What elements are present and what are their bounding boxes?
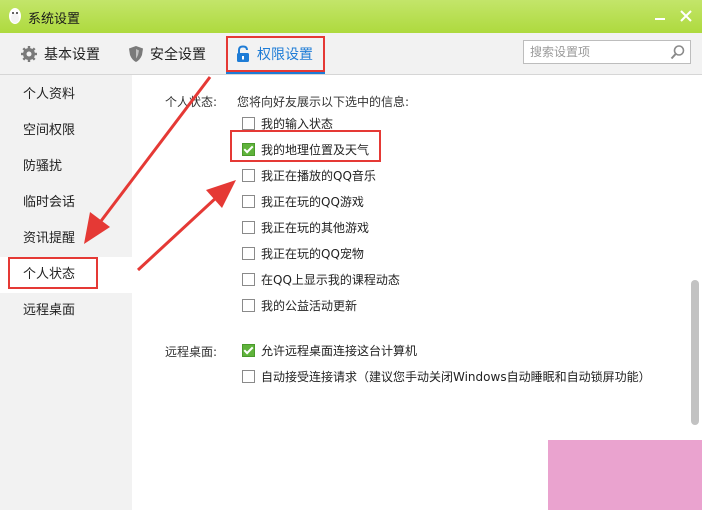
- checkbox[interactable]: [242, 246, 255, 260]
- highlight-box-permission-tab: [226, 36, 325, 72]
- scrollbar-thumb[interactable]: [691, 280, 699, 425]
- highlight-box-location-option: [230, 130, 381, 162]
- option-qq-music[interactable]: 我正在播放的QQ音乐: [242, 167, 376, 183]
- option-label: 我正在玩的其他游戏: [261, 220, 370, 235]
- option-qq-pet[interactable]: 我正在玩的QQ宠物: [242, 245, 364, 261]
- sidebar-item-news-reminder[interactable]: 资讯提醒: [0, 221, 132, 257]
- search-input[interactable]: [530, 43, 662, 61]
- option-other-game[interactable]: 我正在玩的其他游戏: [242, 219, 369, 235]
- penguin-icon: [9, 8, 21, 24]
- option-label: 我正在玩的QQ游戏: [261, 194, 364, 209]
- checkbox[interactable]: [242, 298, 255, 312]
- tab-basic-label: 基本设置: [44, 46, 100, 63]
- checkbox[interactable]: [242, 194, 255, 208]
- personal-status-description: 您将向好友展示以下选中的信息:: [237, 95, 410, 109]
- shield-icon: [129, 45, 143, 62]
- option-label: 我的输入状态: [261, 116, 334, 131]
- option-allow-remote[interactable]: 允许远程桌面连接这台计算机: [242, 342, 417, 358]
- sidebar-item-profile[interactable]: 个人资料: [0, 77, 132, 113]
- sidebar: 个人资料 空间权限 防骚扰 临时会话 资讯提醒 个人状态 远程桌面: [0, 75, 132, 510]
- checkbox-checked[interactable]: [242, 343, 255, 357]
- checkbox[interactable]: [242, 168, 255, 182]
- sidebar-item-anti-harassment[interactable]: 防骚扰: [0, 149, 132, 185]
- tab-basic-settings[interactable]: 基本设置: [20, 33, 100, 74]
- option-label: 允许远程桌面连接这台计算机: [261, 343, 418, 358]
- option-label: 在QQ上显示我的课程动态: [261, 272, 400, 287]
- option-auto-accept[interactable]: 自动接受连接请求（建议您手动关闭Windows自动睡眠和自动锁屏功能）: [242, 368, 651, 384]
- remote-desktop-label: 远程桌面:: [165, 345, 218, 359]
- search-box[interactable]: [523, 40, 691, 64]
- option-label: 我的公益活动更新: [261, 298, 358, 313]
- tab-security-label: 安全设置: [150, 46, 206, 63]
- option-qq-game[interactable]: 我正在玩的QQ游戏: [242, 193, 364, 209]
- watermark-block: [548, 440, 702, 510]
- gear-icon: [21, 45, 37, 62]
- arrow-to-location-option: [136, 180, 236, 272]
- checkbox[interactable]: [242, 272, 255, 286]
- search-icon[interactable]: [670, 44, 686, 60]
- highlight-box-personal-status: [8, 257, 98, 289]
- close-icon[interactable]: [676, 7, 696, 25]
- sidebar-item-remote-desktop[interactable]: 远程桌面: [0, 293, 132, 329]
- option-label: 我正在玩的QQ宠物: [261, 246, 364, 261]
- option-label: 我正在播放的QQ音乐: [261, 168, 376, 183]
- option-course-activity[interactable]: 在QQ上显示我的课程动态: [242, 271, 400, 287]
- personal-status-label: 个人状态:: [165, 95, 218, 109]
- tab-security-settings[interactable]: 安全设置: [128, 33, 206, 74]
- title-bar: 系统设置: [0, 0, 702, 33]
- minimize-icon[interactable]: [650, 7, 670, 25]
- checkbox[interactable]: [242, 220, 255, 234]
- checkbox[interactable]: [242, 116, 255, 130]
- sidebar-item-space-permission[interactable]: 空间权限: [0, 113, 132, 149]
- window-title: 系统设置: [28, 12, 81, 27]
- option-label: 自动接受连接请求（建议您手动关闭Windows自动睡眠和自动锁屏功能）: [261, 369, 651, 384]
- checkbox[interactable]: [242, 369, 255, 383]
- option-typing-status[interactable]: 我的输入状态: [242, 115, 333, 131]
- option-charity-updates[interactable]: 我的公益活动更新: [242, 297, 357, 313]
- sidebar-item-temp-session[interactable]: 临时会话: [0, 185, 132, 221]
